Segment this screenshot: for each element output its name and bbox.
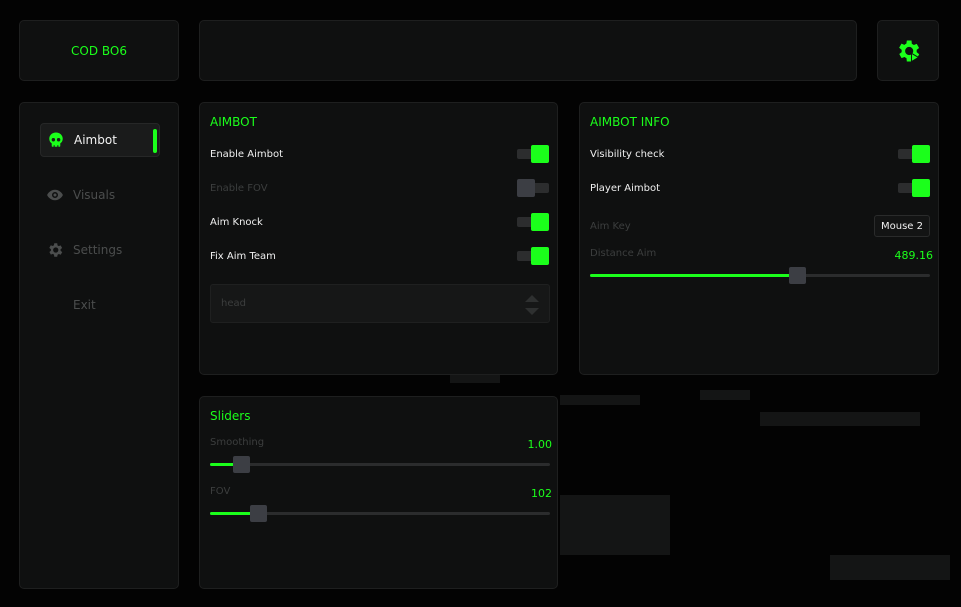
sidebar-item-settings[interactable]: Settings — [40, 233, 160, 267]
aim-key-button[interactable]: Mouse 2 — [874, 215, 930, 237]
brand-panel: COD BO6 — [19, 20, 179, 81]
fix-aim-team-toggle[interactable] — [517, 246, 549, 266]
gear-icon — [45, 240, 65, 260]
smoothing-slider[interactable] — [210, 456, 550, 474]
distance-aim-value: 489.16 — [894, 249, 934, 262]
option-label: Player Aimbot — [590, 182, 661, 194]
option-enable-aimbot: Enable Aimbot — [210, 143, 549, 165]
sidebar-item-visuals[interactable]: Visuals — [40, 178, 160, 212]
eye-icon — [45, 185, 65, 205]
option-visibility-check: Visibility check — [590, 143, 930, 165]
sidebar: Aimbot Visuals Settings Exit — [19, 102, 179, 589]
panel-title: AIMBOT INFO — [590, 115, 670, 129]
fov-value: 102 — [531, 487, 552, 500]
slider-thumb[interactable] — [789, 267, 807, 284]
sidebar-item-label: Settings — [73, 243, 123, 257]
visibility-check-toggle[interactable] — [898, 144, 930, 164]
slider-thumb[interactable] — [249, 505, 267, 522]
enable-fov-toggle[interactable] — [517, 178, 549, 198]
panel-title: AIMBOT — [210, 115, 257, 129]
active-indicator — [153, 129, 157, 153]
fov-label: FOV — [210, 486, 231, 497]
aimbot-info-panel: AIMBOT INFO Visibility check Player Aimb… — [579, 102, 939, 375]
option-fix-aim-team: Fix Aim Team — [210, 245, 549, 267]
aim-knock-toggle[interactable] — [517, 212, 549, 232]
sidebar-item-exit[interactable]: Exit — [40, 288, 160, 322]
option-label: Fix Aim Team — [210, 250, 276, 262]
fov-slider[interactable] — [210, 505, 550, 523]
enable-aimbot-toggle[interactable] — [517, 144, 549, 164]
option-aim-key: Aim Key Mouse 2 — [590, 213, 930, 239]
sliders-panel: Sliders Smoothing 1.00 FOV 102 — [199, 396, 558, 589]
panel-title: Sliders — [210, 409, 251, 423]
stepper-arrows-icon — [525, 295, 539, 315]
smoothing-label: Smoothing — [210, 437, 265, 448]
option-label: Visibility check — [590, 148, 665, 160]
gear-play-icon — [899, 40, 920, 62]
target-bone-select[interactable]: head — [210, 284, 550, 323]
sidebar-item-aimbot[interactable]: Aimbot — [40, 123, 160, 157]
sidebar-item-label: Exit — [73, 298, 96, 312]
option-label: Enable Aimbot — [210, 148, 283, 160]
option-label: Aim Knock — [210, 216, 263, 228]
option-label: Enable FOV — [210, 182, 268, 194]
smoothing-value: 1.00 — [527, 438, 553, 451]
sidebar-item-label: Aimbot — [74, 133, 117, 147]
distance-aim-slider[interactable] — [590, 267, 930, 285]
distance-aim-label: Distance Aim — [590, 248, 657, 259]
option-enable-fov: Enable FOV — [210, 177, 549, 199]
player-aimbot-toggle[interactable] — [898, 178, 930, 198]
option-aim-knock: Aim Knock — [210, 211, 549, 233]
settings-button[interactable] — [877, 20, 939, 81]
top-bar — [199, 20, 857, 81]
skull-icon — [46, 130, 66, 150]
option-label: Aim Key — [590, 220, 631, 232]
select-value: head — [221, 298, 246, 309]
sidebar-item-label: Visuals — [73, 188, 116, 202]
slider-thumb[interactable] — [232, 456, 250, 473]
aimbot-panel: AIMBOT Enable Aimbot Enable FOV Aim Knoc… — [199, 102, 558, 375]
app-title: COD BO6 — [71, 43, 127, 58]
option-player-aimbot: Player Aimbot — [590, 177, 930, 199]
